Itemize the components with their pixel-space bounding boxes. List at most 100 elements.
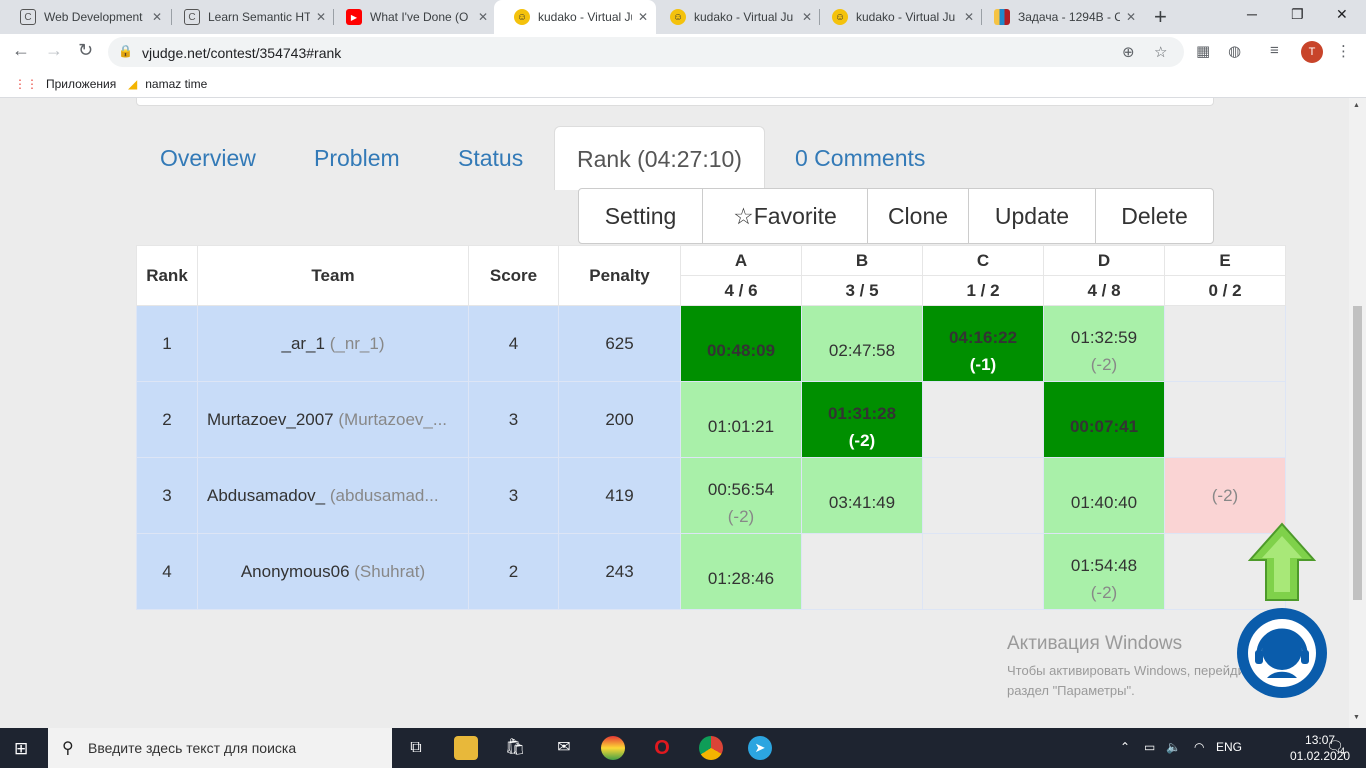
bookmark-star-icon[interactable]: ☆: [1154, 43, 1167, 61]
browser-tab-2[interactable]: ▶ What I've Done (O ✕: [326, 0, 496, 34]
team-cell[interactable]: Abdusamadov_ (abdusamad...: [197, 457, 469, 534]
scroll-to-top-icon[interactable]: [1248, 522, 1316, 602]
close-tab-icon[interactable]: ✕: [1126, 10, 1136, 24]
taskbar-search[interactable]: ⚲ Введите здесь текст для поиска: [48, 728, 392, 768]
wrong-attempts: (-2): [1211, 485, 1239, 505]
browser-menu-icon[interactable]: ⋮: [1336, 42, 1351, 60]
header-score[interactable]: Score: [468, 245, 559, 306]
close-tab-icon[interactable]: ✕: [316, 10, 326, 24]
problem-cell-d[interactable]: 01:40:40: [1043, 457, 1165, 534]
store-icon[interactable]: 🛍: [503, 736, 527, 760]
globe-extension-icon[interactable]: ◍: [1228, 42, 1241, 60]
problem-cell-d[interactable]: 01:32:59 (-2): [1043, 305, 1165, 382]
profile-avatar[interactable]: T: [1301, 41, 1323, 63]
clone-button[interactable]: Clone: [868, 189, 969, 243]
volume-icon[interactable]: 🔈: [1166, 740, 1181, 754]
problem-letter-e[interactable]: E: [1164, 245, 1286, 276]
problem-letter-c[interactable]: C: [922, 245, 1044, 276]
problem-letter-b[interactable]: B: [801, 245, 923, 276]
address-bar[interactable]: 🔒 vjudge.net/contest/354743#rank ⊕ ☆: [108, 37, 1184, 67]
file-explorer-icon[interactable]: [454, 736, 478, 760]
scroll-down-arrow-icon[interactable]: ▼: [1353, 714, 1360, 721]
chrome-icon[interactable]: [699, 736, 723, 760]
close-tab-icon[interactable]: ✕: [964, 10, 974, 24]
new-tab-icon[interactable]: +: [1154, 4, 1167, 30]
problem-letter-a[interactable]: A: [680, 245, 802, 276]
problem-cell-c[interactable]: 04:16:22 (-1): [922, 305, 1044, 382]
wifi-icon[interactable]: ◠: [1194, 740, 1204, 754]
accepted-time: 00:48:09: [706, 341, 776, 360]
problem-cell-a[interactable]: 00:48:09: [680, 305, 802, 382]
tab-comments[interactable]: 0 Comments: [795, 126, 925, 190]
setting-button[interactable]: Setting: [579, 189, 703, 243]
minimize-icon[interactable]: ─: [1247, 6, 1257, 22]
reload-icon[interactable]: ↻: [78, 40, 93, 61]
rank-table: Rank Team Score Penalty A B C D E 4 / 6 …: [136, 245, 1286, 610]
penalty-cell: 625: [558, 305, 681, 382]
scroll-up-arrow-icon[interactable]: ▲: [1353, 102, 1360, 109]
accepted-time: 01:01:21: [707, 417, 775, 436]
tab-overview[interactable]: Overview: [160, 126, 256, 190]
back-icon[interactable]: ←: [12, 40, 30, 61]
delete-button[interactable]: Delete: [1096, 189, 1213, 243]
opera-icon[interactable]: O: [650, 736, 674, 760]
problem-cell-a[interactable]: 00:56:54 (-2): [680, 457, 802, 534]
team-name[interactable]: Anonymous06: [241, 562, 350, 581]
mail-icon[interactable]: ✉: [552, 736, 576, 760]
browser-tab-1[interactable]: C Learn Semantic HT ✕: [164, 0, 334, 34]
media-control-icon[interactable]: ≡: [1270, 42, 1279, 59]
windows-start-icon[interactable]: ⊞: [14, 739, 28, 759]
problem-cell-b[interactable]: 01:31:28 (-2): [801, 381, 923, 458]
close-tab-icon[interactable]: ✕: [802, 10, 812, 24]
team-name[interactable]: _ar_1: [281, 334, 324, 353]
tab-status[interactable]: Status: [458, 126, 523, 190]
problem-cell-a[interactable]: 01:01:21: [680, 381, 802, 458]
problem-letter-d[interactable]: D: [1043, 245, 1165, 276]
task-view-icon[interactable]: ⧉: [404, 736, 428, 760]
restore-icon[interactable]: ❐: [1291, 6, 1304, 23]
team-name[interactable]: Abdusamadov_: [207, 486, 325, 505]
language-indicator[interactable]: ENG: [1216, 740, 1242, 754]
problem-cell-b[interactable]: 03:41:49: [801, 457, 923, 534]
problem-cell-d[interactable]: 00:07:41: [1043, 381, 1165, 458]
wrong-attempts: (-1): [969, 354, 997, 374]
tray-expand-icon[interactable]: ⌃: [1120, 740, 1130, 754]
extension-icon[interactable]: ▦: [1196, 42, 1210, 60]
browser-tab-4[interactable]: ☺ kudako - Virtual Ju ✕: [650, 0, 820, 34]
telegram-icon[interactable]: ➤: [748, 736, 772, 760]
bookmark-apps[interactable]: ⋮⋮ Приложения: [14, 77, 116, 91]
problem-cell-b[interactable]: 02:47:58: [801, 305, 923, 382]
team-cell[interactable]: _ar_1 (_nr_1): [197, 305, 469, 382]
header-team[interactable]: Team: [197, 245, 469, 306]
tab-problem[interactable]: Problem: [314, 126, 400, 190]
team-cell[interactable]: Anonymous06 (Shuhrat): [197, 533, 469, 610]
browser-tab-0[interactable]: C Web Development ✕: [0, 0, 170, 34]
favorite-button[interactable]: ☆Favorite: [703, 189, 868, 243]
bookmark-namaz-time[interactable]: ◢ namaz time: [128, 77, 207, 91]
page-scrollbar[interactable]: ▲ ▼: [1349, 98, 1366, 728]
scrollbar-thumb[interactable]: [1353, 306, 1362, 600]
browser-tab-5[interactable]: ☺ kudako - Virtual Ju ✕: [812, 0, 982, 34]
problem-cell-a[interactable]: 01:28:46: [680, 533, 802, 610]
close-tab-icon[interactable]: ✕: [478, 10, 488, 24]
tab-rank[interactable]: Rank (04:27:10): [554, 126, 765, 190]
support-chat-icon[interactable]: [1237, 608, 1327, 698]
update-button[interactable]: Update: [969, 189, 1096, 243]
close-tab-icon[interactable]: ✕: [152, 10, 162, 24]
forward-icon[interactable]: →: [45, 40, 63, 61]
zoom-icon[interactable]: ⊕: [1122, 43, 1135, 61]
header-penalty[interactable]: Penalty: [558, 245, 681, 306]
close-tab-icon[interactable]: ✕: [638, 10, 648, 24]
battery-icon[interactable]: ▭: [1144, 740, 1155, 754]
browser-tab-6[interactable]: Задача - 1294B - C ✕: [974, 0, 1144, 34]
team-name[interactable]: Murtazoev_2007: [207, 410, 334, 429]
problem-ratio-e: 0 / 2: [1164, 275, 1286, 306]
window-close-icon[interactable]: ✕: [1336, 6, 1348, 23]
team-cell[interactable]: Murtazoev_2007 (Murtazoev_...: [197, 381, 469, 458]
vjudge-icon: ☺: [670, 9, 686, 25]
team-nickname: (Shuhrat): [354, 561, 426, 581]
browser-tab-3[interactable]: ☺ kudako - Virtual Ju ✕: [494, 0, 656, 34]
problem-cell-d[interactable]: 01:54:48 (-2): [1043, 533, 1165, 610]
header-rank[interactable]: Rank: [136, 245, 198, 306]
paint-app-icon[interactable]: [601, 736, 625, 760]
